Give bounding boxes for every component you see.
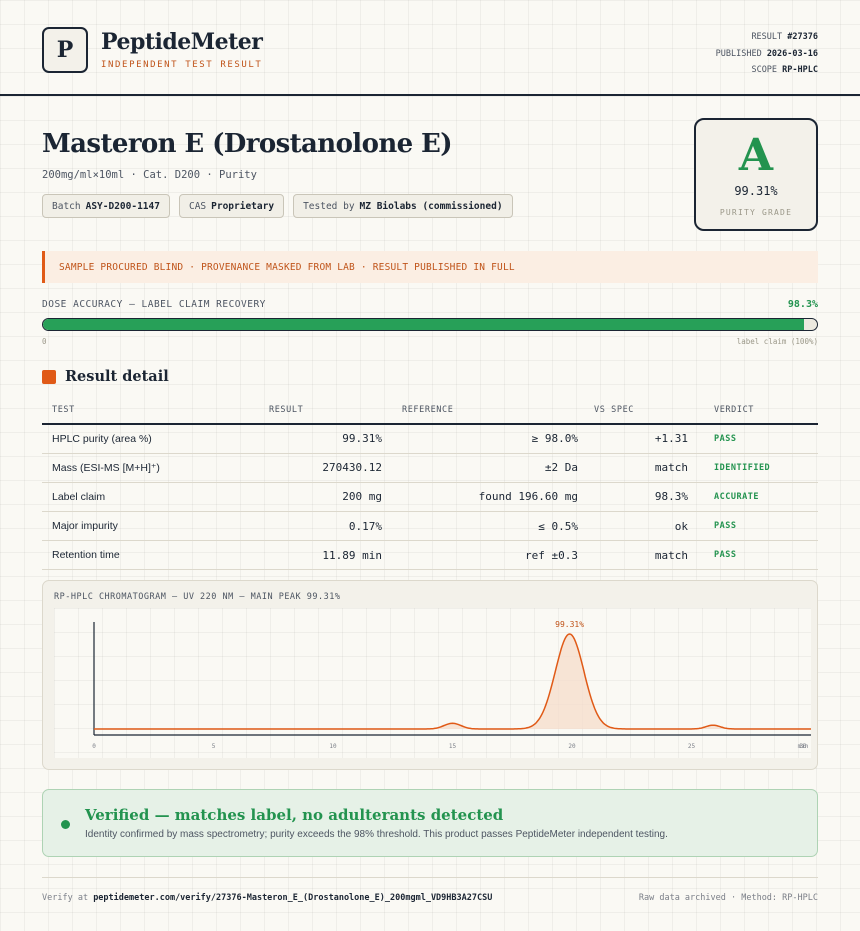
x-tick-label: 25: [688, 743, 696, 750]
verified-subtitle: Identity confirmed by mass spectrometry;…: [85, 829, 668, 840]
x-tick-label: 5: [212, 743, 216, 750]
cell-vs-spec: 98.3%: [588, 482, 698, 513]
grade-label: PURITY GRADE: [719, 208, 793, 217]
product-title: Masteron E (Drostanolone E): [42, 129, 453, 159]
cell-vs-spec: match: [588, 453, 698, 483]
cell-test: Retention time: [42, 540, 242, 571]
main-peak-area: [94, 634, 811, 729]
cell-verdict: IDENTIFIED: [698, 453, 818, 483]
chromatogram-svg: 99.31%0 5 10 15 20 25 30min: [92, 620, 811, 750]
cell-vs-spec: ok: [588, 511, 698, 542]
cell-reference: found 196.60 mg: [392, 482, 588, 513]
cell-vs-spec: +1.31: [588, 424, 698, 454]
footer-method: Raw data archived · Method: RP-HPLC: [638, 893, 818, 903]
meta-published: PUBLISHED 2026-03-16: [715, 48, 818, 59]
table-row: HPLC purity (area %) 99.31% ≥ 98.0% +1.3…: [42, 424, 818, 454]
cell-reference: ±2 Da: [392, 453, 588, 483]
x-tick-label: 20: [568, 743, 576, 750]
col-result: RESULT: [242, 397, 392, 425]
cell-test: HPLC purity (area %): [42, 424, 242, 454]
blind-sample-notice: SAMPLE PROCURED BLIND · PROVENANCE MASKE…: [42, 251, 818, 283]
cell-test: Mass (ESI-MS [M+H]⁺): [42, 453, 242, 483]
chromatogram-label: RP-HPLC CHROMATOGRAM — UV 220 NM — MAIN …: [54, 592, 341, 602]
dose-progress-bar: [42, 318, 818, 331]
dose-progress-fill: [43, 319, 804, 330]
x-tick-label: 10: [329, 743, 337, 750]
x-tick-label: min: [798, 743, 809, 750]
table-row: Major impurity 0.17% ≤ 0.5% ok PASS: [42, 511, 818, 542]
section-title: Result detail: [65, 368, 169, 385]
cell-result: 270430.12: [242, 453, 392, 483]
header: P PeptideMeter INDEPENDENT TEST RESULT R…: [0, 0, 860, 96]
brand-name: PeptideMeter: [101, 29, 263, 55]
table-row: Mass (ESI-MS [M+H]⁺) 270430.12 ±2 Da mat…: [42, 453, 818, 483]
verified-dot-icon: [61, 820, 70, 829]
footer: Verify at peptidemeter.com/verify/27376-…: [42, 877, 818, 903]
cell-verdict: PASS: [698, 424, 818, 454]
cell-result: 0.17%: [242, 511, 392, 542]
meta-result: RESULT #27376: [751, 32, 818, 42]
peak-label: 99.31%: [555, 620, 584, 629]
product-subtitle: 200mg/ml×10ml · Cat. D200 · Purity: [42, 169, 257, 181]
dose-scale-min: 0: [42, 337, 47, 346]
table-row: Retention time 11.89 min ref ±0.3 match …: [42, 540, 818, 571]
table-row: Label claim 200 mg found 196.60 mg 98.3%…: [42, 482, 818, 513]
verified-banner: Verified — matches label, no adulterants…: [42, 789, 818, 857]
col-vs-spec: VS SPEC: [588, 397, 698, 425]
cell-test: Label claim: [42, 482, 242, 513]
cell-reference: ref ±0.3: [392, 540, 588, 571]
verify-url-link[interactable]: peptidemeter.com/verify/27376-Masteron_E…: [93, 893, 492, 903]
dose-scale-max: label claim (100%): [736, 337, 818, 346]
cell-result: 200 mg: [242, 482, 392, 513]
cell-reference: ≤ 0.5%: [392, 511, 588, 542]
cell-verdict: ACCURATE: [698, 482, 818, 513]
cell-result: 11.89 min: [242, 540, 392, 571]
table-header-row: TEST RESULT REFERENCE VS SPEC VERDICT: [42, 397, 818, 425]
result-meta: RESULT #27376 PUBLISHED 2026-03-16 SCOPE…: [716, 29, 818, 79]
x-tick-label: 0: [92, 743, 96, 750]
logo-icon: P: [42, 27, 88, 73]
cell-result: 99.31%: [242, 424, 392, 454]
verify-link-text: Verify at peptidemeter.com/verify/27376-…: [42, 893, 493, 903]
result-table: TEST RESULT REFERENCE VS SPEC VERDICT HP…: [42, 397, 818, 571]
chromatogram-panel: RP-HPLC CHROMATOGRAM — UV 220 NM — MAIN …: [42, 580, 818, 770]
verified-title: Verified — matches label, no adulterants…: [85, 806, 504, 824]
grade-value: 99.31%: [734, 184, 778, 198]
purity-grade-card: A 99.31% PURITY GRADE: [694, 118, 818, 231]
chip-cas: CAS Proprietary: [178, 194, 285, 218]
cell-vs-spec: match: [588, 540, 698, 571]
cell-verdict: PASS: [698, 511, 818, 542]
col-verdict: VERDICT: [698, 397, 818, 425]
dose-accuracy-percent: 98.3%: [787, 299, 818, 310]
chip-tested-by: Tested by MZ Biolabs (commissioned): [293, 194, 513, 218]
chromatogram-line: [94, 633, 811, 730]
dose-accuracy-label: DOSE ACCURACY — LABEL CLAIM RECOVERY: [42, 299, 266, 310]
brand-tagline: INDEPENDENT TEST RESULT: [101, 60, 263, 70]
col-test: TEST: [42, 397, 242, 425]
chip-batch: Batch ASY-D200-1147: [42, 194, 170, 218]
cell-reference: ≥ 98.0%: [392, 424, 588, 454]
product-chips: Batch ASY-D200-1147 CAS Proprietary Tested…: [42, 194, 513, 218]
meta-scope: SCOPE RP-HPLC: [751, 65, 818, 75]
cell-verdict: PASS: [698, 540, 818, 571]
section-marker-icon: [42, 370, 56, 384]
grade-letter: A: [738, 130, 774, 181]
x-tick-label: 15: [449, 743, 457, 750]
col-reference: REFERENCE: [392, 397, 588, 425]
chromatogram-plot: 99.31% 0 5 10 15 20 25 30 min: [54, 608, 811, 758]
cell-test: Major impurity: [42, 511, 242, 542]
